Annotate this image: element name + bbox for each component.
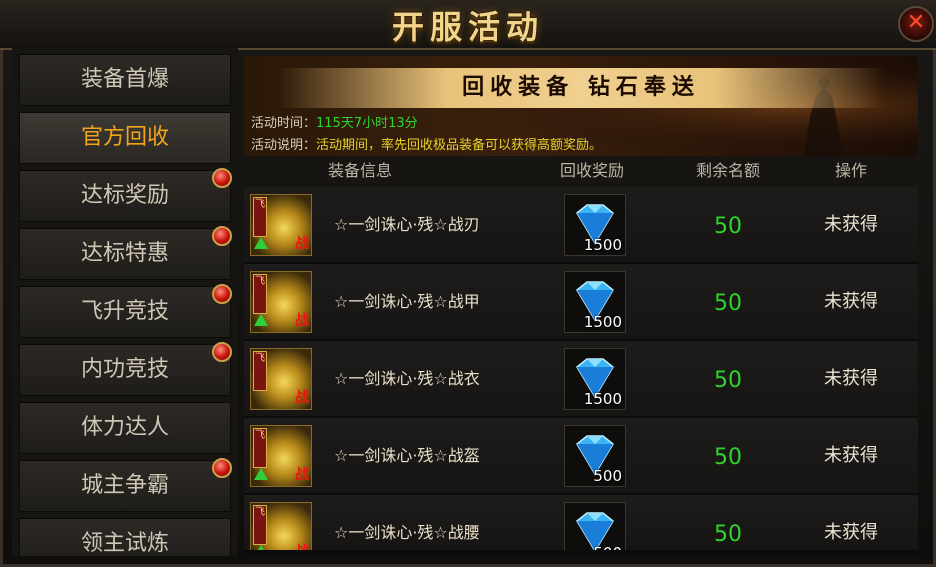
warrior-class-tag: 战 bbox=[295, 467, 309, 483]
equipment-tag-icon: 飞 bbox=[253, 274, 267, 314]
sidebar-item-target-deal[interactable]: 达标特惠 bbox=[19, 228, 231, 280]
col-header-action: 操作 bbox=[834, 161, 867, 180]
action-status[interactable]: 未获得 bbox=[791, 264, 911, 339]
close-icon[interactable]: ✕ bbox=[898, 6, 934, 42]
event-time: 活动时间：115天7小时13分 bbox=[251, 112, 418, 131]
notification-dot-icon bbox=[212, 458, 232, 478]
event-time-value: 115天7小时13分 bbox=[316, 116, 418, 131]
warrior-class-tag: 战 bbox=[295, 236, 309, 252]
equipment-name: ☆一剑诛心·残☆战刃 bbox=[334, 215, 480, 234]
equipment-icon[interactable]: 飞 战 bbox=[250, 502, 312, 550]
equipment-name: ☆一剑诛心·残☆战甲 bbox=[334, 292, 480, 311]
col-header-equipment: 装备信息 bbox=[327, 161, 392, 180]
action-status[interactable]: 未获得 bbox=[791, 418, 911, 493]
action-status[interactable]: 未获得 bbox=[791, 187, 911, 262]
sidebar: 装备首爆 官方回收 达标奖励 达标特惠 飞升竞技 内功竞技 体力达人 城主争霸 … bbox=[12, 48, 238, 556]
event-desc-value: 活动期间，率先回收极品装备可以获得高额奖励。 bbox=[316, 138, 603, 153]
title-bar: 开服活动 bbox=[0, 0, 936, 50]
remaining-count: 50 bbox=[714, 445, 742, 470]
action-status[interactable]: 未获得 bbox=[791, 341, 911, 416]
warrior-class-tag: 战 bbox=[295, 390, 309, 406]
sidebar-item-first-drop[interactable]: 装备首爆 bbox=[19, 54, 231, 106]
warrior-class-tag: 战 bbox=[295, 313, 309, 329]
green-up-arrow-icon bbox=[254, 314, 268, 326]
sidebar-item-ascension-race[interactable]: 飞升竞技 bbox=[19, 286, 231, 338]
sidebar-item-target-reward[interactable]: 达标奖励 bbox=[19, 170, 231, 222]
table-row: 飞 战 ☆一剑诛心·残☆战腰 500 50 未获得 bbox=[244, 495, 918, 552]
table-row: 飞 战 ☆一剑诛心·残☆战甲 1500 50 未获得 bbox=[244, 264, 918, 341]
reward-quantity: 1500 bbox=[583, 313, 622, 331]
sidebar-item-lord-trial[interactable]: 领主试炼 bbox=[19, 518, 231, 556]
equipment-icon[interactable]: 飞 战 bbox=[250, 194, 312, 256]
remaining-count: 50 bbox=[714, 214, 742, 239]
sidebar-item-lord-contest[interactable]: 城主争霸 bbox=[19, 460, 231, 512]
green-up-arrow-icon bbox=[254, 237, 268, 249]
equipment-icon[interactable]: 飞 战 bbox=[250, 425, 312, 487]
event-time-label: 活动时间： bbox=[251, 116, 317, 131]
event-desc-label: 活动说明： bbox=[251, 138, 317, 153]
equipment-name: ☆一剑诛心·残☆战腰 bbox=[334, 523, 480, 542]
reward-item[interactable]: 500 bbox=[564, 502, 626, 550]
equipment-icon[interactable]: 飞 战 bbox=[250, 348, 312, 410]
notification-dot-icon bbox=[212, 342, 232, 362]
reward-quantity: 1500 bbox=[583, 236, 622, 254]
remaining-count: 50 bbox=[714, 522, 742, 547]
green-up-arrow-icon bbox=[254, 468, 268, 480]
table-row: 飞 战 ☆一剑诛心·残☆战衣 1500 50 未获得 bbox=[244, 341, 918, 418]
reward-item[interactable]: 1500 bbox=[564, 271, 626, 333]
list-bottom-edge bbox=[244, 550, 918, 556]
sidebar-item-official-recycle[interactable]: 官方回收 bbox=[19, 112, 231, 164]
equipment-tag-icon: 飞 bbox=[253, 505, 267, 545]
reward-item[interactable]: 1500 bbox=[564, 348, 626, 410]
equipment-tag-icon: 飞 bbox=[253, 351, 267, 391]
equipment-name: ☆一剑诛心·残☆战盔 bbox=[334, 446, 480, 465]
reward-item[interactable]: 1500 bbox=[564, 194, 626, 256]
col-header-reward: 回收奖励 bbox=[559, 161, 624, 180]
reward-item[interactable]: 500 bbox=[564, 425, 626, 487]
table-row: 飞 战 ☆一剑诛心·残☆战盔 500 50 未获得 bbox=[244, 418, 918, 495]
reward-quantity: 500 bbox=[593, 467, 622, 485]
equipment-tag-icon: 飞 bbox=[253, 428, 267, 468]
equipment-tag-icon: 飞 bbox=[253, 197, 267, 237]
sidebar-item-stamina-master[interactable]: 体力达人 bbox=[19, 402, 231, 454]
sidebar-item-inner-power-race[interactable]: 内功竞技 bbox=[19, 344, 231, 396]
notification-dot-icon bbox=[212, 284, 232, 304]
notification-dot-icon bbox=[212, 168, 232, 188]
action-status[interactable]: 未获得 bbox=[791, 495, 911, 550]
reward-quantity: 1500 bbox=[583, 390, 622, 408]
equipment-icon[interactable]: 飞 战 bbox=[250, 271, 312, 333]
col-header-remaining: 剩余名额 bbox=[695, 161, 760, 180]
remaining-count: 50 bbox=[714, 291, 742, 316]
event-description: 活动说明：活动期间，率先回收极品装备可以获得高额奖励。 bbox=[251, 134, 602, 153]
remaining-count: 50 bbox=[714, 368, 742, 393]
notification-dot-icon bbox=[212, 226, 232, 246]
equipment-name: ☆一剑诛心·残☆战衣 bbox=[334, 369, 480, 388]
table-row: 飞 战 ☆一剑诛心·残☆战刃 1500 50 未获得 bbox=[244, 187, 918, 264]
window-title: 开服活动 bbox=[391, 8, 544, 46]
banner-headline: 回收装备 钻石奉送 bbox=[244, 68, 918, 108]
